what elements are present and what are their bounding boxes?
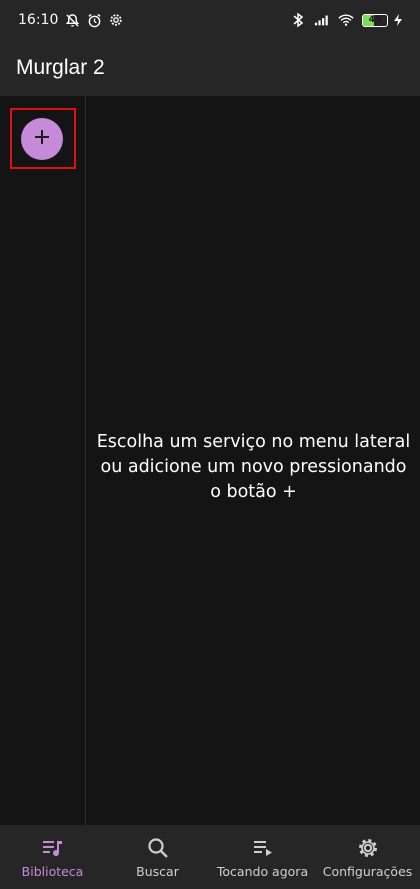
nav-label-library: Biblioteca <box>21 863 84 879</box>
alarm-icon <box>86 12 102 28</box>
page-title: Murglar 2 <box>16 56 105 79</box>
plus-icon <box>33 128 51 150</box>
notifications-off-icon <box>64 12 80 28</box>
main-content: Escolha um serviço no menu lateral ou ad… <box>87 96 420 825</box>
nav-label-search: Buscar <box>136 863 179 879</box>
nav-label-settings: Configurações <box>322 863 413 879</box>
search-icon <box>146 836 170 860</box>
battery-level: 45 <box>368 15 382 25</box>
bluetooth-icon <box>290 12 306 28</box>
nav-item-settings[interactable]: Configurações <box>315 825 420 889</box>
empty-state-message: Escolha um serviço no menu lateral ou ad… <box>96 432 411 502</box>
app-bar: Murglar 2 <box>0 40 420 96</box>
add-service-button[interactable] <box>21 118 63 160</box>
library-music-icon <box>41 836 65 860</box>
battery-indicator: 45 <box>362 12 406 28</box>
wifi-icon <box>338 12 354 28</box>
charging-icon <box>390 12 406 28</box>
status-bar-right: 45 <box>290 12 406 28</box>
status-bar-left: 16:10 <box>18 12 124 28</box>
bottom-navigation: Biblioteca Buscar Tocando agora Configur… <box>0 825 420 889</box>
service-side-rail <box>0 96 86 825</box>
nav-item-library[interactable]: Biblioteca <box>0 825 105 889</box>
battery-icon: 45 <box>362 13 388 27</box>
nav-label-now-playing: Tocando agora <box>216 863 309 879</box>
status-bar: 16:10 45 <box>0 0 420 40</box>
nav-item-now-playing[interactable]: Tocando agora <box>210 825 315 889</box>
settings-icon <box>108 12 124 28</box>
nav-item-search[interactable]: Buscar <box>105 825 210 889</box>
status-time: 16:10 <box>18 12 59 28</box>
queue-music-icon <box>251 836 275 860</box>
gear-icon <box>356 836 380 860</box>
signal-icon <box>314 12 330 28</box>
